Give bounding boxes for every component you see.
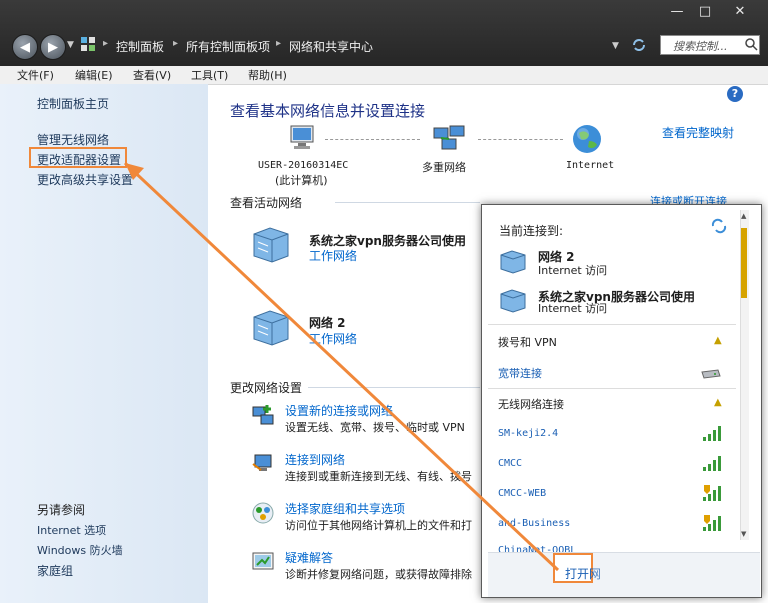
annotation-arrow-line — [123, 161, 560, 572]
annotation-arrows — [123, 161, 560, 572]
